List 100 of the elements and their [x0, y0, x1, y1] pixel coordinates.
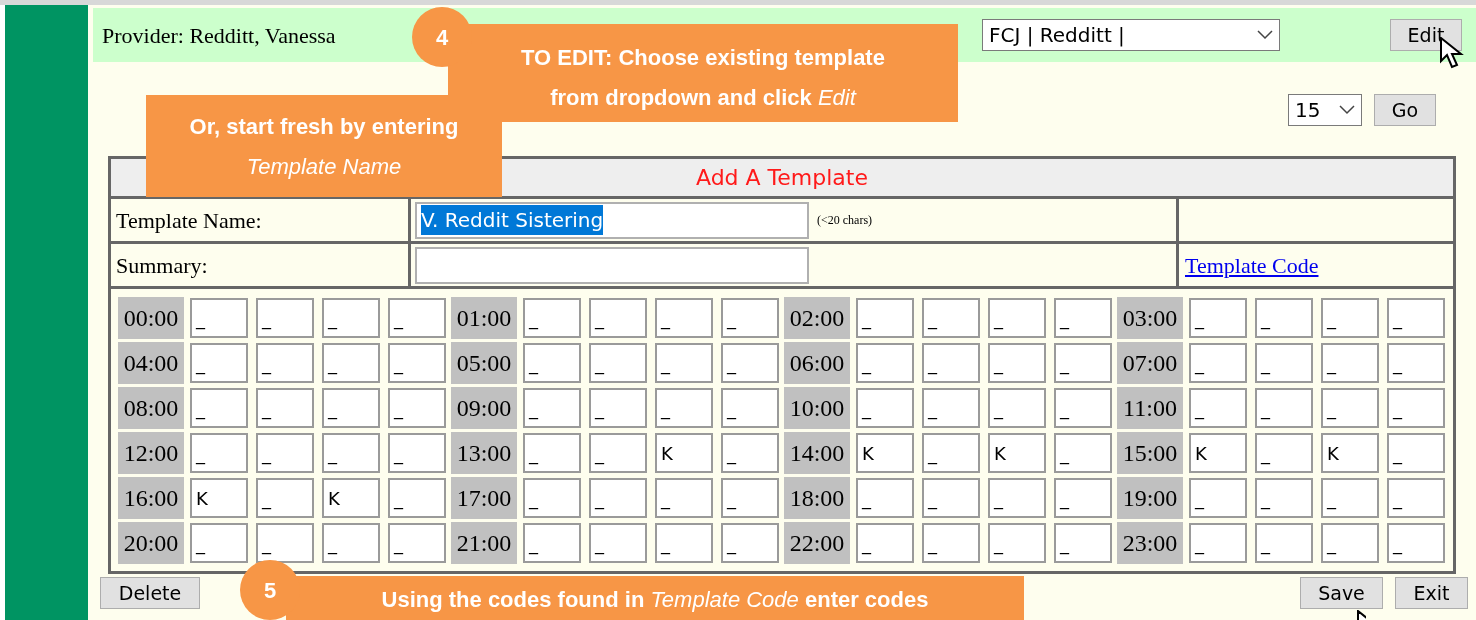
- slot-field[interactable]: _: [922, 523, 980, 563]
- slot-field[interactable]: _: [190, 388, 248, 428]
- slot-field[interactable]: _: [1387, 298, 1445, 338]
- slot-field[interactable]: _: [388, 478, 446, 518]
- slot-field[interactable]: _: [256, 388, 314, 428]
- slot-field[interactable]: _: [589, 433, 647, 473]
- slot-field[interactable]: _: [388, 343, 446, 383]
- slot-field[interactable]: K: [322, 478, 380, 518]
- slot-field[interactable]: _: [1387, 343, 1445, 383]
- slot-field[interactable]: _: [1189, 388, 1247, 428]
- slot-field[interactable]: _: [589, 343, 647, 383]
- slot-field[interactable]: _: [1255, 433, 1313, 473]
- slot-field[interactable]: _: [190, 298, 248, 338]
- slot-field[interactable]: _: [655, 298, 713, 338]
- slot-field[interactable]: _: [655, 478, 713, 518]
- slot-field[interactable]: _: [1189, 343, 1247, 383]
- slot-field[interactable]: _: [721, 433, 779, 473]
- slot-field[interactable]: _: [988, 478, 1046, 518]
- count-dropdown[interactable]: 15: [1288, 94, 1362, 126]
- slot-field[interactable]: _: [922, 433, 980, 473]
- slot-field[interactable]: _: [655, 343, 713, 383]
- slot-field[interactable]: _: [388, 388, 446, 428]
- slot-field[interactable]: K: [1321, 433, 1379, 473]
- slot-field[interactable]: _: [256, 523, 314, 563]
- slot-field[interactable]: _: [655, 523, 713, 563]
- slot-field[interactable]: _: [523, 298, 581, 338]
- slot-field[interactable]: _: [988, 523, 1046, 563]
- slot-field[interactable]: _: [1387, 433, 1445, 473]
- exit-button[interactable]: Exit: [1395, 577, 1468, 609]
- slot-field[interactable]: _: [190, 433, 248, 473]
- slot-field[interactable]: _: [1321, 478, 1379, 518]
- slot-field[interactable]: _: [523, 433, 581, 473]
- slot-field[interactable]: _: [1387, 478, 1445, 518]
- slot-field[interactable]: K: [856, 433, 914, 473]
- slot-field[interactable]: _: [589, 478, 647, 518]
- save-button[interactable]: Save: [1300, 577, 1383, 609]
- slot-field[interactable]: _: [1189, 478, 1247, 518]
- summary-field[interactable]: [415, 246, 809, 284]
- slot-field[interactable]: _: [988, 388, 1046, 428]
- slot-field[interactable]: _: [1255, 523, 1313, 563]
- slot-field[interactable]: K: [1189, 433, 1247, 473]
- slot-field[interactable]: _: [922, 343, 980, 383]
- slot-field[interactable]: _: [856, 478, 914, 518]
- template-name-field[interactable]: V. Reddit Sistering: [415, 201, 809, 239]
- slot-field[interactable]: K: [655, 433, 713, 473]
- slot-field[interactable]: _: [721, 298, 779, 338]
- slot-field[interactable]: _: [922, 478, 980, 518]
- slot-field[interactable]: _: [988, 298, 1046, 338]
- slot-field[interactable]: _: [322, 523, 380, 563]
- slot-field[interactable]: _: [256, 298, 314, 338]
- slot-field[interactable]: _: [1321, 388, 1379, 428]
- slot-field[interactable]: _: [256, 343, 314, 383]
- slot-field[interactable]: _: [589, 298, 647, 338]
- slot-field[interactable]: _: [256, 478, 314, 518]
- slot-field[interactable]: _: [922, 298, 980, 338]
- slot-field[interactable]: _: [523, 523, 581, 563]
- slot-field[interactable]: _: [1255, 388, 1313, 428]
- slot-field[interactable]: _: [1387, 388, 1445, 428]
- slot-field[interactable]: _: [322, 343, 380, 383]
- slot-field[interactable]: _: [1054, 298, 1112, 338]
- slot-field[interactable]: _: [322, 433, 380, 473]
- slot-field[interactable]: _: [655, 388, 713, 428]
- slot-field[interactable]: _: [1054, 523, 1112, 563]
- slot-field[interactable]: _: [1189, 523, 1247, 563]
- slot-field[interactable]: _: [523, 388, 581, 428]
- slot-field[interactable]: _: [856, 523, 914, 563]
- slot-field[interactable]: _: [1321, 343, 1379, 383]
- slot-field[interactable]: _: [1054, 388, 1112, 428]
- slot-field[interactable]: _: [988, 343, 1046, 383]
- slot-field[interactable]: _: [388, 433, 446, 473]
- slot-field[interactable]: _: [721, 523, 779, 563]
- delete-button[interactable]: Delete: [100, 577, 200, 609]
- slot-field[interactable]: _: [190, 343, 248, 383]
- template-dropdown[interactable]: FCJ | Redditt |: [982, 19, 1280, 51]
- slot-field[interactable]: _: [1054, 478, 1112, 518]
- go-button[interactable]: Go: [1374, 94, 1436, 126]
- slot-field[interactable]: _: [256, 433, 314, 473]
- slot-field[interactable]: _: [190, 523, 248, 563]
- slot-field[interactable]: _: [1255, 478, 1313, 518]
- slot-field[interactable]: _: [388, 523, 446, 563]
- slot-field[interactable]: _: [1189, 298, 1247, 338]
- slot-field[interactable]: _: [1387, 523, 1445, 563]
- slot-field[interactable]: _: [589, 388, 647, 428]
- slot-field[interactable]: _: [589, 523, 647, 563]
- slot-field[interactable]: _: [523, 478, 581, 518]
- slot-field[interactable]: _: [322, 388, 380, 428]
- slot-field[interactable]: _: [721, 478, 779, 518]
- slot-field[interactable]: _: [1255, 298, 1313, 338]
- slot-field[interactable]: K: [988, 433, 1046, 473]
- slot-field[interactable]: _: [721, 343, 779, 383]
- slot-field[interactable]: _: [1054, 433, 1112, 473]
- slot-field[interactable]: _: [388, 298, 446, 338]
- slot-field[interactable]: _: [856, 343, 914, 383]
- template-code-link[interactable]: Template Code: [1185, 248, 1319, 282]
- slot-field[interactable]: _: [856, 388, 914, 428]
- slot-field[interactable]: _: [523, 343, 581, 383]
- slot-field[interactable]: _: [1321, 298, 1379, 338]
- slot-field[interactable]: _: [856, 298, 914, 338]
- slot-field[interactable]: _: [1255, 343, 1313, 383]
- slot-field[interactable]: K: [190, 478, 248, 518]
